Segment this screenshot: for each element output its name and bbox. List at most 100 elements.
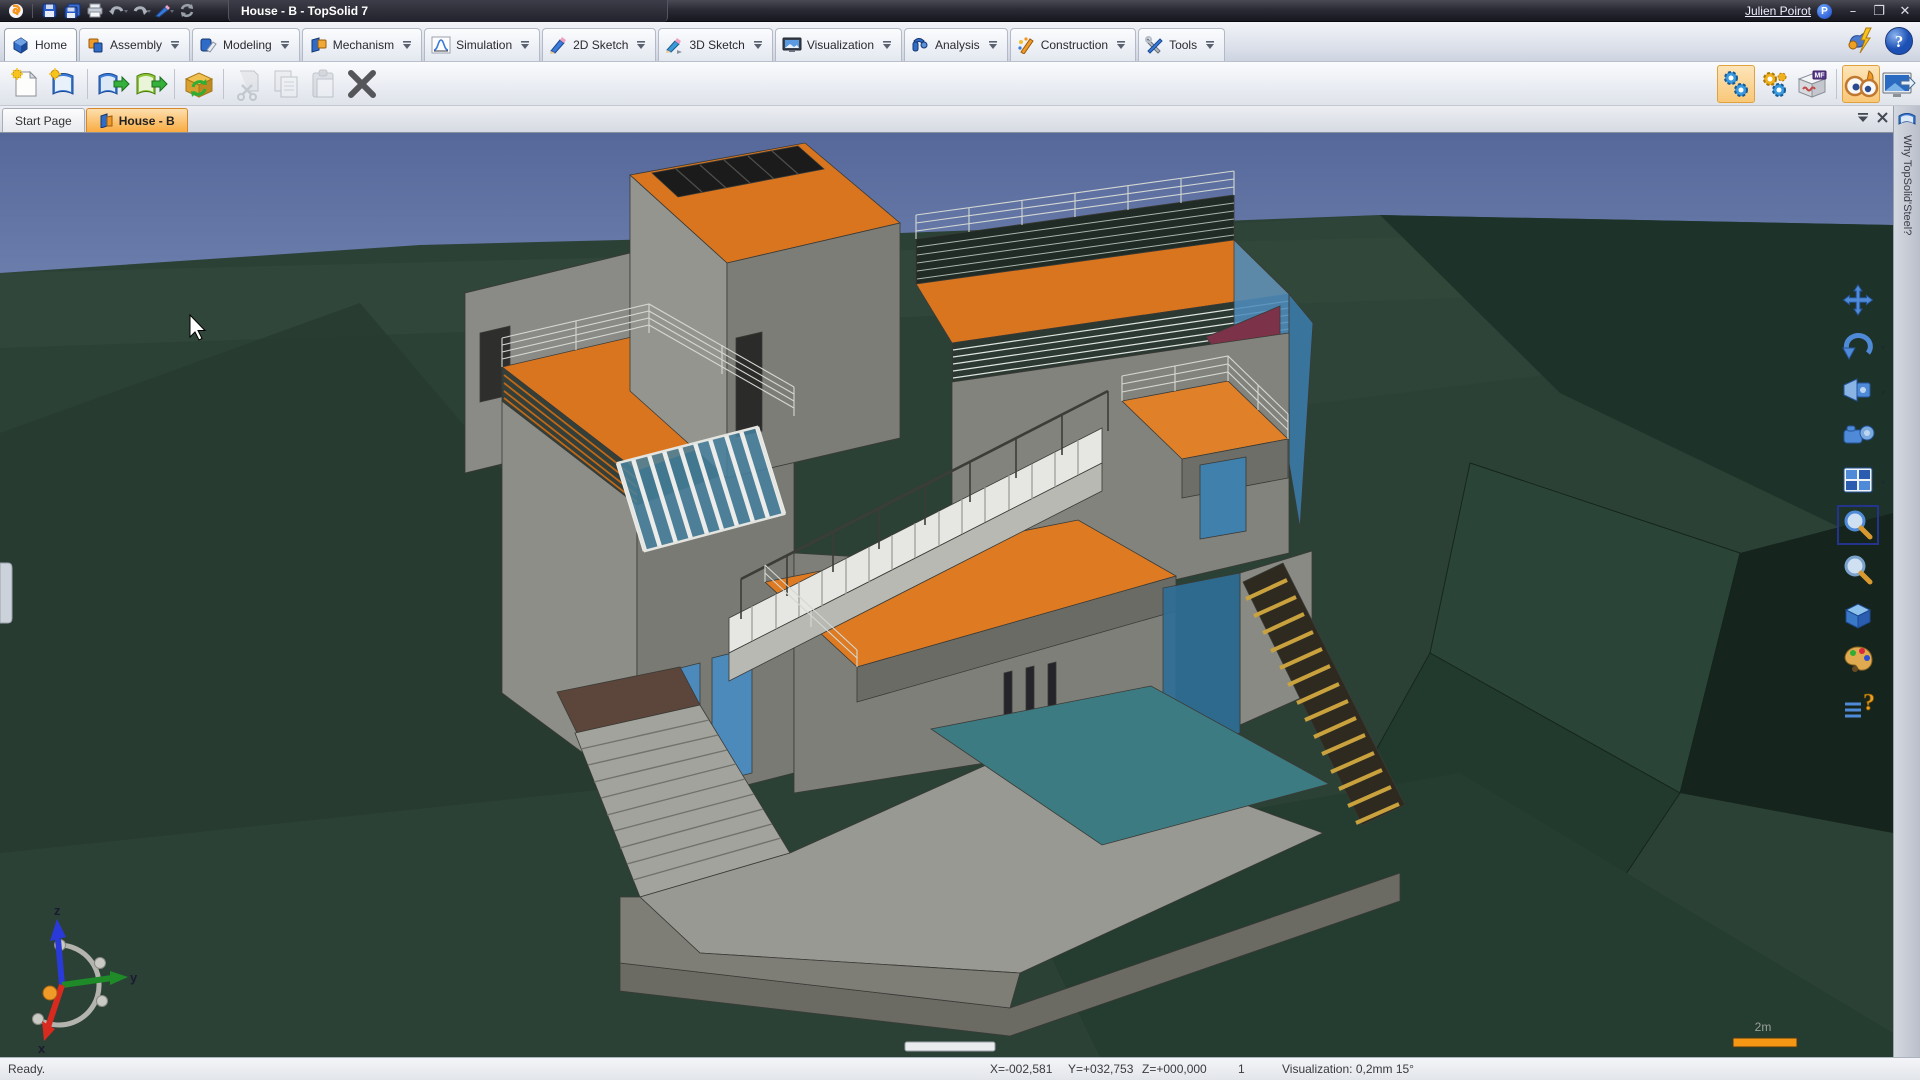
tab-analysis[interactable]: Analysis xyxy=(904,28,1008,61)
save-all-icon[interactable] xyxy=(62,2,82,20)
chevron-down-icon[interactable] xyxy=(988,41,998,49)
tab-list-dropdown-icon[interactable] xyxy=(1857,113,1869,122)
left-panel-handle[interactable] xyxy=(0,563,12,623)
copy-icon[interactable] xyxy=(267,65,305,103)
separator xyxy=(174,69,175,99)
cut-icon[interactable] xyxy=(229,65,267,103)
search-gears-icon[interactable] xyxy=(1717,65,1755,103)
quick-access-toolbar xyxy=(0,2,197,20)
delete-icon[interactable] xyxy=(343,65,381,103)
tab-mechanism[interactable]: Mechanism xyxy=(302,28,422,61)
2d-sketch-tab-icon xyxy=(549,36,568,54)
visualization-tab-icon xyxy=(782,36,802,54)
user-badge-icon[interactable]: P xyxy=(1817,4,1832,19)
zoom-icon[interactable] xyxy=(1838,551,1878,589)
tab-modeling[interactable]: Modeling xyxy=(192,28,300,61)
chevron-down-icon[interactable] xyxy=(1116,41,1126,49)
light-icon[interactable]: ▾ xyxy=(1838,371,1878,409)
mf-package-icon[interactable]: MF xyxy=(1793,65,1831,103)
chevron-down-icon[interactable] xyxy=(1205,41,1215,49)
save-icon[interactable] xyxy=(39,2,59,20)
open-template-icon[interactable] xyxy=(131,65,169,103)
separator xyxy=(32,4,33,18)
help-icon[interactable]: ? xyxy=(1884,26,1914,56)
tab-start-page[interactable]: Start Page xyxy=(2,108,85,132)
tab-home[interactable]: Home xyxy=(4,28,77,61)
tab-assembly[interactable]: Assembly xyxy=(79,28,190,61)
camera-icon[interactable] xyxy=(1838,416,1878,454)
screen-share-icon[interactable] xyxy=(1880,65,1918,103)
tab-house-b[interactable]: House - B xyxy=(86,108,188,132)
home-tab-icon xyxy=(11,36,30,54)
coord-z: Z=+000,000 xyxy=(1142,1062,1207,1076)
update-package-icon[interactable] xyxy=(180,65,218,103)
scale-label: 2m xyxy=(1755,1020,1772,1034)
axis-y-label: y xyxy=(130,970,138,985)
preview-eyes-icon[interactable] xyxy=(1842,65,1880,103)
axis-x-label: x xyxy=(38,1041,46,1056)
undo-icon[interactable] xyxy=(108,2,128,20)
chevron-down-icon[interactable] xyxy=(520,41,530,49)
close-document-icon[interactable] xyxy=(1877,112,1888,123)
zoom-window-icon[interactable] xyxy=(1838,506,1878,544)
ribbon-tab-row: Home Assembly Modeling Mechanism Simulat… xyxy=(0,22,1920,62)
viewport-3d[interactable]: z y x 2m ▾ ▾ ▾ xyxy=(0,133,1893,1057)
main-toolbar xyxy=(0,62,1920,106)
status-message: Ready. xyxy=(8,1062,45,1076)
tab-3d-sketch[interactable]: 3D Sketch xyxy=(658,28,772,61)
assembly-tab-icon xyxy=(86,36,105,54)
visualization-setting: Visualization: 0,2mm 15° xyxy=(1282,1062,1414,1076)
book-icon xyxy=(1897,110,1917,127)
tools-tab-icon xyxy=(1145,36,1164,54)
separator xyxy=(87,69,88,99)
paste-icon[interactable] xyxy=(305,65,343,103)
scene-3d: z y x 2m xyxy=(0,133,1893,1057)
isometric-view-icon[interactable] xyxy=(1838,596,1878,634)
tab-simulation[interactable]: Simulation xyxy=(424,28,540,61)
topsolid-logo-icon xyxy=(6,2,26,20)
minimize-button[interactable]: – xyxy=(1842,2,1864,20)
visual-help-icon[interactable]: ? xyxy=(1838,686,1878,724)
whats-new-lightning-icon[interactable] xyxy=(1844,26,1878,56)
new-document-icon[interactable] xyxy=(6,65,44,103)
window-title: House - B - TopSolid 7 xyxy=(228,0,668,22)
chevron-down-icon[interactable] xyxy=(402,41,412,49)
tab-tools[interactable]: Tools xyxy=(1138,28,1225,61)
refresh-icon[interactable] xyxy=(177,2,197,20)
side-panel-collapsed-tab[interactable]: Why TopSolid'Steel? xyxy=(1893,106,1920,1057)
modeling-tab-icon xyxy=(199,36,218,54)
tab-visualization[interactable]: Visualization xyxy=(775,28,902,61)
print-icon[interactable] xyxy=(85,2,105,20)
pan-icon[interactable] xyxy=(1838,281,1878,319)
construction-tab-icon xyxy=(1017,36,1036,54)
restore-button[interactable]: ❐ xyxy=(1868,2,1890,20)
rotate-icon[interactable]: ▾ xyxy=(1838,326,1878,364)
close-button[interactable]: ✕ xyxy=(1894,2,1916,20)
coord-y: Y=+032,753 xyxy=(1068,1062,1133,1076)
chevron-down-icon[interactable] xyxy=(636,41,646,49)
horizontal-scrollbar-thumb[interactable] xyxy=(905,1042,995,1051)
svg-text:?: ? xyxy=(1863,690,1875,716)
chevron-down-icon[interactable] xyxy=(170,41,180,49)
simulation-tab-icon xyxy=(431,36,451,54)
tab-construction[interactable]: Construction xyxy=(1010,28,1136,61)
new-document-template-icon[interactable] xyxy=(44,65,82,103)
user-account-link[interactable]: Julien Poirot xyxy=(1745,4,1811,18)
edit-pencil-icon[interactable] xyxy=(154,2,174,20)
open-document-icon[interactable] xyxy=(93,65,131,103)
chevron-down-icon[interactable] xyxy=(280,41,290,49)
side-panel-label: Why TopSolid'Steel? xyxy=(1901,135,1913,235)
view-toolbar: ▾ ▾ ▾ ? xyxy=(1838,281,1888,724)
redo-icon[interactable] xyxy=(131,2,151,20)
status-bar: Ready. X=-002,581 Y=+032,753 Z=+000,000 … xyxy=(0,1057,1920,1080)
options-gears-icon[interactable] xyxy=(1755,65,1793,103)
viewport-layout-icon[interactable]: ▾ xyxy=(1838,461,1878,499)
chevron-down-icon[interactable] xyxy=(882,41,892,49)
render-appearance-icon[interactable] xyxy=(1838,641,1878,679)
svg-text:?: ? xyxy=(1895,32,1904,51)
chevron-down-icon[interactable] xyxy=(753,41,763,49)
document-icon xyxy=(99,113,114,128)
mechanism-tab-icon xyxy=(309,36,328,54)
separator xyxy=(1836,69,1837,99)
tab-2d-sketch[interactable]: 2D Sketch xyxy=(542,28,656,61)
